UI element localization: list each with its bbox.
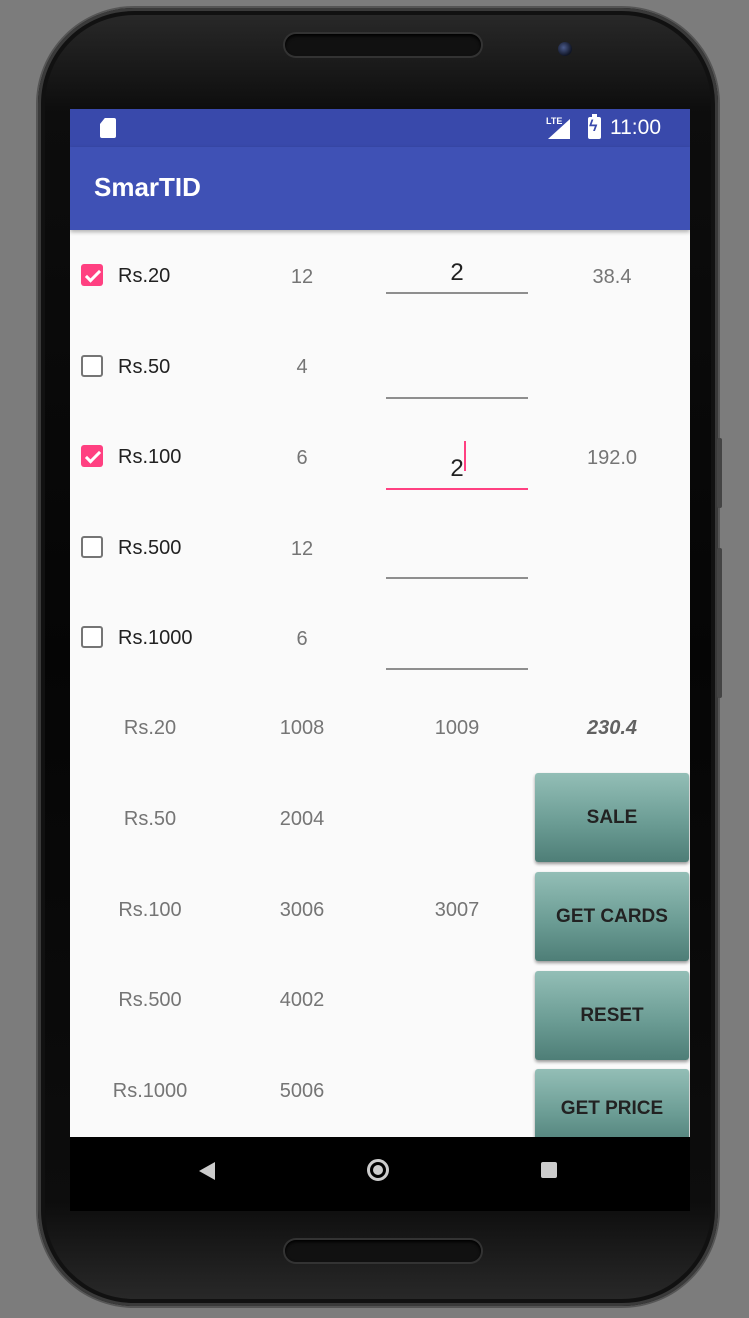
reset-button[interactable]: RESET	[535, 971, 689, 1060]
checkbox-rs20[interactable]	[81, 264, 103, 286]
checkbox-rs50[interactable]	[81, 355, 103, 377]
available-count: 4	[296, 356, 308, 378]
navigation-bar	[70, 1137, 690, 1211]
card-denomination: Rs.1000	[112, 1080, 188, 1102]
volume-button	[717, 438, 722, 508]
status-time: 11:00	[610, 116, 661, 139]
checkbox-rs100[interactable]	[81, 445, 103, 467]
app-title: SmarTID	[94, 172, 201, 202]
checkbox-rs1000[interactable]	[81, 626, 103, 648]
card-denomination: Rs.20	[123, 717, 177, 739]
back-icon[interactable]	[199, 1162, 215, 1180]
card-start-number: 5006	[279, 1080, 325, 1102]
denomination-label: Rs.50	[118, 356, 171, 378]
card-start-number: 4002	[279, 989, 325, 1011]
available-count: 6	[296, 628, 308, 650]
denomination-label: Rs.500	[118, 537, 182, 559]
quantity-input-rs500[interactable]	[386, 539, 528, 579]
card-denomination: Rs.500	[118, 989, 182, 1011]
home-icon[interactable]	[367, 1159, 389, 1181]
sale-button[interactable]: SALE	[535, 773, 689, 862]
card-denomination: Rs.100	[118, 899, 182, 921]
card-end-number: 3007	[434, 899, 480, 921]
status-bar: LTE 11:00	[70, 109, 690, 147]
card-start-number: 3006	[279, 899, 325, 921]
top-speaker	[285, 34, 481, 56]
card-denomination: Rs.50	[123, 808, 177, 830]
denomination-label: Rs.1000	[118, 627, 193, 649]
denomination-label: Rs.20	[118, 265, 171, 287]
bottom-speaker	[285, 1240, 481, 1262]
network-type-label: LTE	[546, 116, 563, 126]
card-end-number: 1009	[434, 717, 480, 739]
text-cursor	[464, 441, 466, 471]
row-price: 38.4	[592, 266, 632, 288]
card-start-number: 2004	[279, 808, 325, 830]
get-cards-button[interactable]: GET CARDS	[535, 872, 689, 961]
row-price: 192.0	[586, 447, 638, 469]
available-count: 12	[290, 266, 314, 288]
quantity-input-rs20[interactable]	[386, 254, 528, 294]
quantity-input-rs50[interactable]	[386, 359, 528, 399]
quantity-input-rs100[interactable]	[386, 450, 528, 490]
available-count: 12	[290, 538, 314, 560]
app-screen: LTE 11:00 SmarTID Rs.20 12 38.4 Rs.50 4 …	[70, 109, 690, 1211]
checkbox-rs500[interactable]	[81, 536, 103, 558]
front-camera	[558, 42, 572, 56]
available-count: 6	[296, 447, 308, 469]
recents-icon[interactable]	[541, 1162, 557, 1178]
card-start-number: 1008	[279, 717, 325, 739]
total-price: 230.4	[586, 717, 638, 739]
quantity-input-rs1000[interactable]	[386, 630, 528, 670]
sd-card-icon	[100, 118, 116, 138]
power-button	[717, 548, 722, 698]
denomination-label: Rs.100	[118, 446, 182, 468]
battery-charging-icon	[588, 114, 601, 139]
app-bar: SmarTID	[70, 147, 690, 230]
